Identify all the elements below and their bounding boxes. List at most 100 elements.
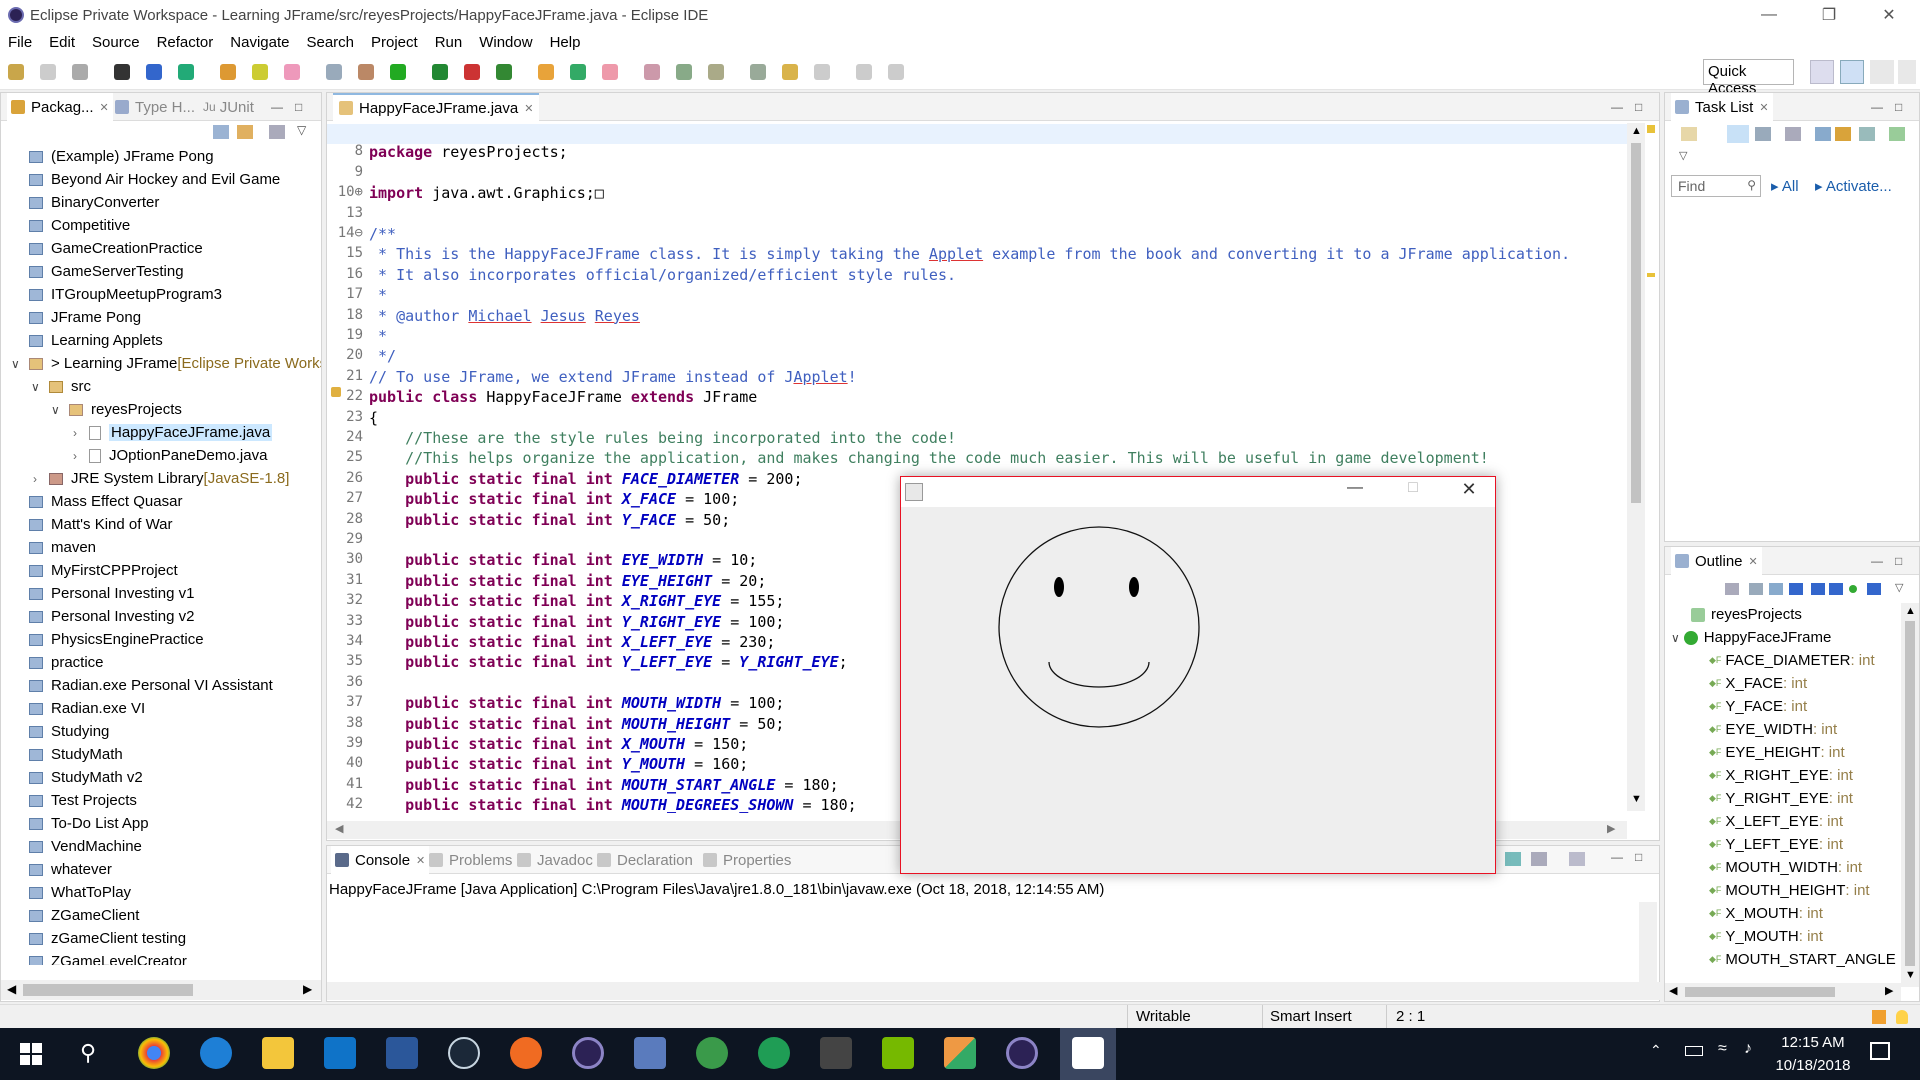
show-hidden-icons[interactable]: ⌃ — [1650, 1042, 1662, 1059]
tree-collapse-icon[interactable]: › — [73, 426, 77, 440]
horizontal-scrollbar[interactable]: ◀ ▶ — [1, 980, 321, 1000]
code-line[interactable]: public static final int Y_MOUTH = 160; — [369, 755, 748, 773]
tree-item[interactable]: ∨ src — [1, 375, 91, 398]
new-icon[interactable] — [8, 64, 24, 80]
toggle-mark-icon[interactable] — [252, 64, 268, 80]
tree-item[interactable]: StudyMath v2 — [1, 766, 143, 789]
search-icon[interactable] — [644, 64, 660, 80]
horizontal-scrollbar[interactable] — [327, 982, 1661, 1000]
jframe-minimize-button[interactable]: — — [1331, 479, 1379, 505]
windows-start-icon[interactable] — [20, 1043, 42, 1065]
tip-icon[interactable] — [1896, 1010, 1908, 1024]
wifi-icon[interactable]: ≈ — [1718, 1040, 1727, 1058]
tree-item[interactable]: ∨ reyesProjects — [1, 398, 182, 421]
tree-collapse-icon[interactable]: › — [73, 449, 77, 463]
scroll-right-icon[interactable]: ▶ — [1885, 984, 1893, 997]
next-annotation-icon[interactable] — [676, 64, 692, 80]
code-line[interactable]: public static final int MOUTH_WIDTH = 10… — [369, 694, 784, 712]
tree-item[interactable]: › JOptionPaneDemo.java — [1, 444, 267, 467]
run-icon[interactable] — [390, 64, 406, 80]
scroll-left-icon[interactable]: ◀ — [7, 982, 16, 996]
search-icon[interactable]: ⚲ — [80, 1040, 96, 1066]
prev-annotation-icon[interactable] — [708, 64, 724, 80]
tree-item[interactable]: StudyMath — [1, 743, 123, 766]
activate-link[interactable]: ▸ Activate... — [1815, 177, 1892, 195]
outline-field[interactable]: ◆F X_RIGHT_EYE : int — [1665, 764, 1853, 787]
tab-properties[interactable]: Properties — [703, 846, 791, 874]
tab-type-hierarchy[interactable]: Type H... — [115, 93, 195, 121]
scroll-down-icon[interactable]: ▼ — [1905, 969, 1916, 981]
console-action-icon[interactable] — [1505, 852, 1521, 866]
code-line[interactable]: //These are the style rules being incorp… — [369, 429, 956, 447]
tree-expand-icon[interactable]: ∨ — [51, 403, 60, 417]
scroll-thumb[interactable] — [1631, 143, 1641, 503]
code-line[interactable]: // To use JFrame, we extend JFrame inste… — [369, 368, 857, 386]
code-line[interactable]: { — [369, 409, 378, 427]
java-taskbar-button[interactable] — [1060, 1028, 1116, 1080]
focus-icon[interactable] — [269, 125, 285, 139]
code-line[interactable]: public static final int X_RIGHT_EYE = 15… — [369, 592, 784, 610]
code-line[interactable]: public static final int Y_LEFT_EYE = Y_R… — [369, 653, 848, 671]
link-icon[interactable] — [1867, 583, 1881, 595]
profile-icon[interactable] — [114, 64, 130, 80]
view-menu-icon[interactable]: ▽ — [297, 123, 306, 137]
close-tab-icon[interactable]: ✕ — [1749, 555, 1758, 568]
battery-icon[interactable] — [1685, 1046, 1703, 1056]
notifications-icon[interactable] — [1870, 1042, 1890, 1060]
restore-button[interactable]: ❐ — [1800, 0, 1858, 30]
hide-completed-icon[interactable] — [1815, 127, 1831, 141]
tree-item[interactable]: To-Do List App — [1, 812, 149, 835]
history-icon[interactable] — [888, 64, 904, 80]
maximize-view-icon[interactable]: □ — [295, 93, 302, 121]
collapse-all-icon[interactable] — [1749, 583, 1763, 595]
outline-field[interactable]: ◆F Y_FACE : int — [1665, 695, 1807, 718]
app-icon[interactable] — [634, 1037, 666, 1069]
close-tab-icon[interactable]: ✕ — [1759, 101, 1768, 114]
maximize-view-icon[interactable]: □ — [1895, 93, 1902, 121]
task-find-input[interactable]: Find ⚲ — [1671, 175, 1761, 197]
steam-icon[interactable] — [448, 1037, 480, 1069]
tree-item[interactable]: WhatToPlay — [1, 881, 131, 904]
rss-icon[interactable] — [1872, 1010, 1886, 1024]
tree-item[interactable]: practice — [1, 651, 104, 674]
eclipse-taskbar-icon-2[interactable] — [1006, 1037, 1038, 1069]
tree-item[interactable]: ∨ > Learning JFrame [Eclipse Private Work… — [1, 352, 321, 375]
tree-item[interactable]: Personal Investing v1 — [1, 582, 194, 605]
debug-perspective-icon[interactable] — [1870, 60, 1894, 84]
code-line[interactable]: public static final int MOUTH_START_ANGL… — [369, 776, 839, 794]
code-line[interactable]: package reyesProjects; — [369, 143, 568, 161]
tree-item[interactable]: ZGameClient — [1, 904, 139, 927]
collapse-icon[interactable]: ∨ — [1671, 631, 1680, 645]
edge-icon[interactable] — [200, 1037, 232, 1069]
hide-local-types-icon[interactable] — [1829, 583, 1843, 595]
minimize-view-icon[interactable]: — — [1871, 93, 1883, 121]
scroll-right-icon[interactable]: ▶ — [1607, 822, 1615, 835]
menu-source[interactable]: Source — [92, 34, 140, 51]
eclipse-taskbar-icon[interactable] — [572, 1037, 604, 1069]
tree-item[interactable]: Learning Applets — [1, 329, 163, 352]
code-line[interactable]: //This helps organize the application, a… — [369, 449, 1489, 467]
collapse-icon[interactable] — [1859, 127, 1875, 141]
tree-item[interactable]: maven — [1, 536, 96, 559]
jframe-close-button[interactable]: ✕ — [1445, 479, 1493, 505]
tab-declaration[interactable]: Declaration — [597, 846, 693, 874]
edit-icon[interactable] — [220, 64, 236, 80]
maximize-view-icon[interactable]: □ — [1635, 93, 1642, 121]
tree-item[interactable]: whatever — [1, 858, 112, 881]
minimize-view-icon[interactable]: — — [1611, 850, 1623, 864]
tree-item[interactable]: PhysicsEnginePractice — [1, 628, 204, 651]
show-whitespace-icon[interactable] — [284, 64, 300, 80]
tree-item[interactable]: › HappyFaceJFrame.java — [1, 421, 273, 444]
tab-junit[interactable]: Ju JUnit — [203, 93, 254, 121]
hide-nonpublic-icon[interactable] — [1811, 583, 1825, 595]
tree-item[interactable]: MyFirstCPPProject — [1, 559, 178, 582]
all-link[interactable]: ▸ All — [1771, 177, 1799, 195]
hide-fields-icon[interactable] — [1769, 583, 1783, 595]
tree-item[interactable]: (Example) JFrame Pong — [1, 145, 214, 168]
tab-problems[interactable]: Problems — [429, 846, 512, 874]
minimize-view-icon[interactable]: — — [271, 93, 283, 121]
code-line[interactable]: * @author Michael Jesus Reyes — [369, 307, 640, 325]
open-perspective-icon[interactable] — [1810, 60, 1834, 84]
view-menu-icon[interactable]: ▽ — [1895, 581, 1903, 594]
outline-field[interactable]: ◆F FACE_DIAMETER : int — [1665, 649, 1875, 672]
